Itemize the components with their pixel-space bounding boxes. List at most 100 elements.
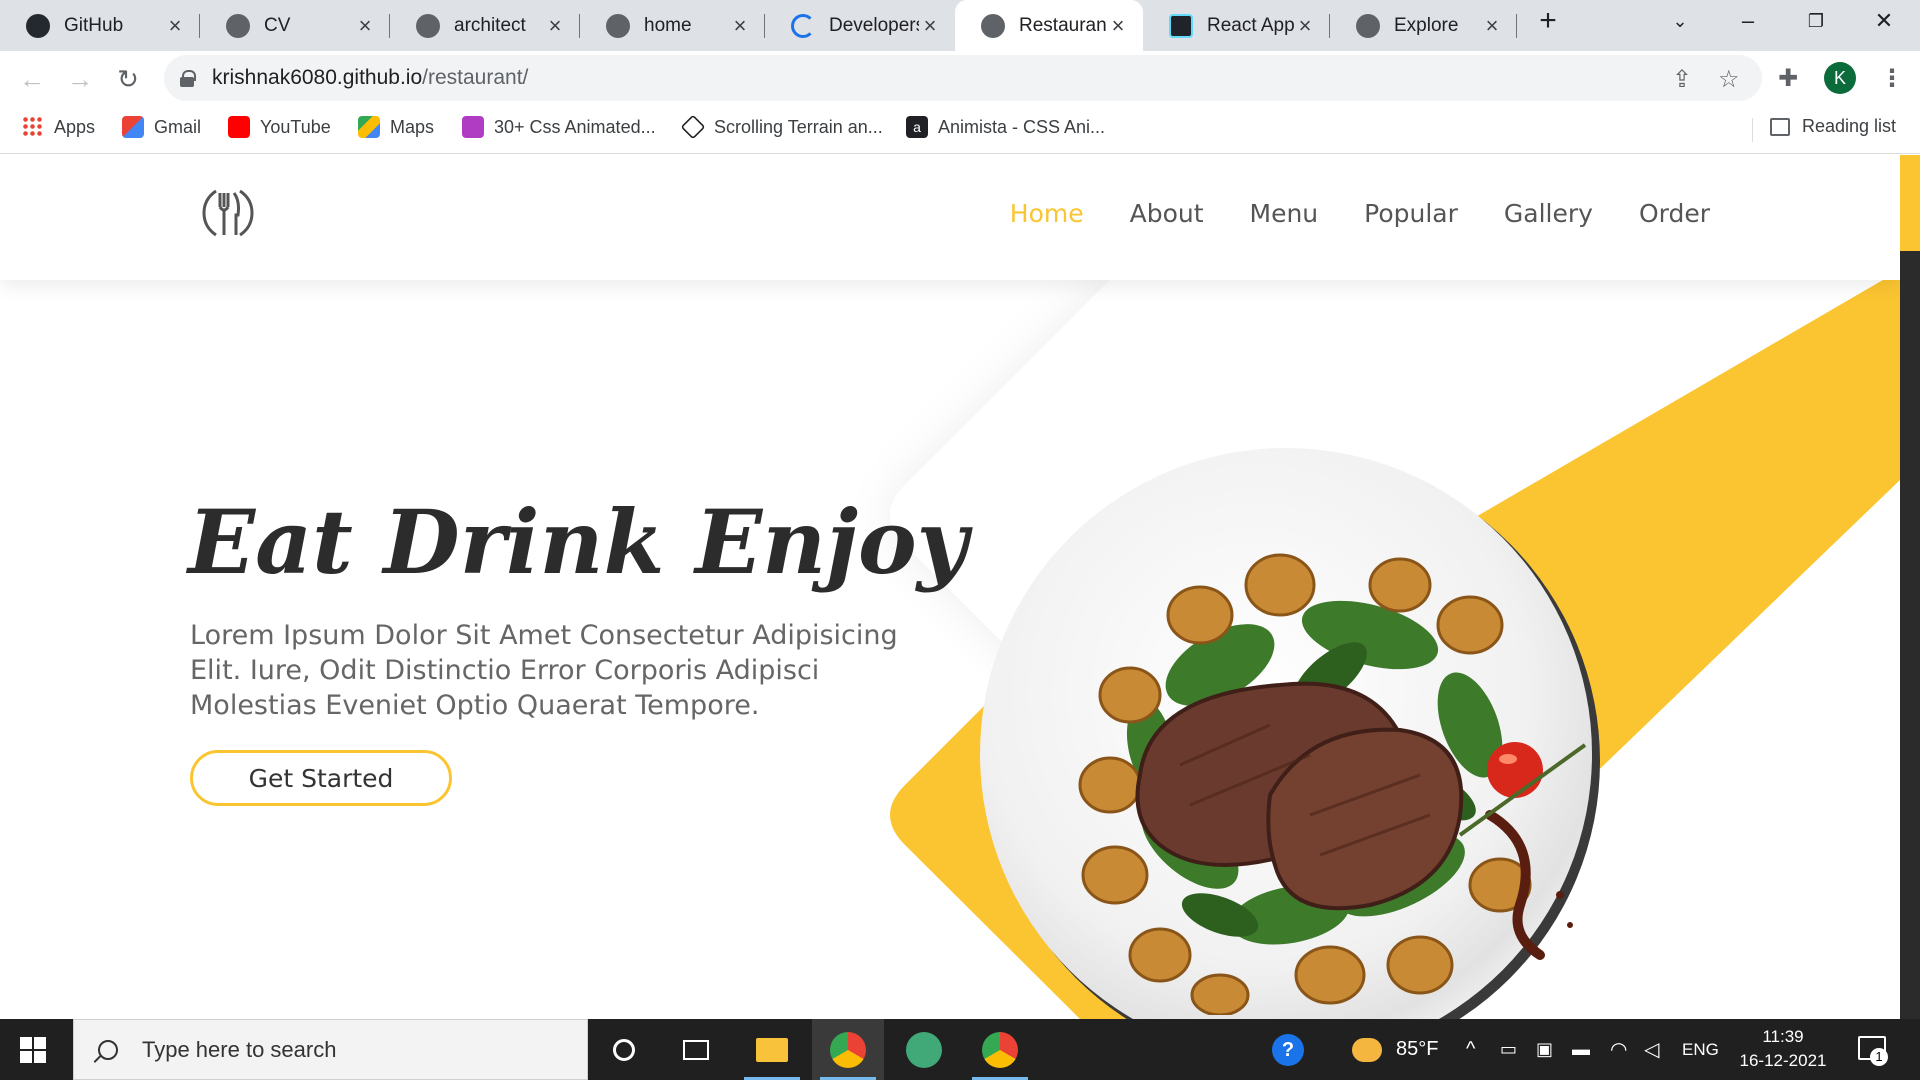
share-icon[interactable]: ⇪ xyxy=(1672,65,1692,94)
tab-title: architect xyxy=(454,14,526,36)
tab-strip: GitHub × CV × architect × home × Develop… xyxy=(0,0,1920,51)
react-icon xyxy=(1169,13,1193,38)
weather-widget[interactable]: 85°F xyxy=(1352,1019,1438,1080)
bookmark-animista[interactable]: a Animista - CSS Ani... xyxy=(906,116,1105,138)
close-icon[interactable]: × xyxy=(1294,13,1316,39)
hero-description: Lorem Ipsum Dolor Sit Amet Consectetur A… xyxy=(190,620,898,721)
bookmark-apps[interactable]: Apps xyxy=(22,116,95,138)
windows-taskbar: Type here to search ? 85°F ^ ▭ ▣ ▬ ◠ ◁ E… xyxy=(0,1019,1920,1080)
task-view-button[interactable] xyxy=(660,1019,732,1080)
gmail-icon xyxy=(122,116,144,138)
show-hidden-icons-chevron-icon[interactable]: ^ xyxy=(1466,1019,1475,1080)
close-icon[interactable]: × xyxy=(1107,13,1129,39)
notification-count-badge: 1 xyxy=(1870,1048,1888,1066)
nav-order[interactable]: Order xyxy=(1639,199,1710,228)
back-button[interactable]: ← xyxy=(16,63,48,95)
restaurant-logo-icon[interactable] xyxy=(200,185,256,241)
codepen-icon xyxy=(680,114,706,140)
github-icon xyxy=(26,13,50,38)
bookmarks-bar: Apps Gmail YouTube Maps 30+ Css Animated… xyxy=(0,106,1920,154)
close-window-button[interactable]: ✕ xyxy=(1854,0,1914,42)
taskbar-file-explorer[interactable] xyxy=(736,1019,808,1080)
bookmark-star-icon[interactable]: ☆ xyxy=(1718,65,1740,94)
reading-list-button[interactable]: Reading list xyxy=(1770,116,1896,137)
taskbar-search-box[interactable]: Type here to search xyxy=(73,1019,588,1080)
battery-icon[interactable]: ▬ xyxy=(1572,1019,1590,1080)
web-page: Eat Drink Enjoy Lorem Ipsum Dolor Sit Am… xyxy=(0,155,1900,1019)
bookmark-youtube[interactable]: YouTube xyxy=(228,116,331,138)
tab-title: Explore xyxy=(1394,14,1459,36)
more-menu-icon[interactable]: ⋮ xyxy=(1880,64,1904,93)
reading-list-icon xyxy=(1770,117,1790,136)
new-tab-button[interactable]: + xyxy=(1518,0,1578,42)
tab-title: React App xyxy=(1207,14,1294,36)
tab-explore[interactable]: Explore × xyxy=(1330,0,1517,51)
minimize-button[interactable]: – xyxy=(1718,0,1778,42)
forward-button[interactable]: → xyxy=(64,63,96,95)
volume-icon[interactable]: ◁ xyxy=(1644,1019,1659,1080)
close-icon[interactable]: × xyxy=(919,13,941,39)
atom-icon xyxy=(906,1031,942,1068)
youtube-icon xyxy=(228,116,250,138)
tab-title: GitHub xyxy=(64,14,124,36)
chrome-icon xyxy=(982,1031,1018,1068)
bookmark-maps[interactable]: Maps xyxy=(358,116,434,138)
taskbar-chrome-profile[interactable] xyxy=(812,1019,884,1080)
scrollbar-thumb[interactable] xyxy=(1900,155,1920,251)
close-icon[interactable]: × xyxy=(1481,13,1503,39)
hero-section: Eat Drink Enjoy Lorem Ipsum Dolor Sit Am… xyxy=(0,280,1900,1019)
taskbar-clock[interactable]: 11:39 16-12-2021 xyxy=(1728,1025,1838,1073)
extensions-puzzle-icon[interactable]: ✚ xyxy=(1778,64,1798,93)
wifi-icon[interactable]: ◠ xyxy=(1610,1019,1627,1080)
bookmark-gmail[interactable]: Gmail xyxy=(122,116,201,138)
task-view-icon xyxy=(683,1039,709,1060)
globe-icon xyxy=(226,13,250,38)
cortana-button[interactable] xyxy=(588,1019,660,1080)
restore-button[interactable]: ❐ xyxy=(1786,0,1846,42)
windows-start-icon[interactable] xyxy=(20,1037,46,1063)
tab-title: Developers xyxy=(829,14,919,36)
globe-icon xyxy=(606,13,630,38)
meet-now-icon[interactable]: ▭ xyxy=(1500,1019,1517,1080)
nav-about[interactable]: About xyxy=(1130,199,1204,228)
taskbar-chrome[interactable] xyxy=(964,1019,1036,1080)
bookmark-scrolling-terrain[interactable]: Scrolling Terrain an... xyxy=(680,114,883,140)
tab-restaurant[interactable]: Restaurant × xyxy=(955,0,1143,51)
taskbar-atom[interactable] xyxy=(888,1019,960,1080)
tab-architect[interactable]: architect × xyxy=(390,0,580,51)
site-header: Home About Menu Popular Gallery Order xyxy=(0,155,1900,280)
close-icon[interactable]: × xyxy=(164,13,186,39)
close-icon[interactable]: × xyxy=(544,13,566,39)
tab-title: Restaurant xyxy=(1019,14,1107,36)
nav-popular[interactable]: Popular xyxy=(1364,199,1458,228)
apps-grid-icon xyxy=(22,116,44,138)
chrome-icon xyxy=(830,1031,866,1068)
browser-toolbar: ← → ↻ krishnak6080.github.io/restaurant/… xyxy=(0,51,1920,106)
tab-title: home xyxy=(644,14,692,36)
cortana-icon xyxy=(613,1038,635,1061)
bookmark-css-animated[interactable]: 30+ Css Animated... xyxy=(462,116,656,138)
tab-cv[interactable]: CV × xyxy=(200,0,390,51)
tab-react-app[interactable]: React App × xyxy=(1143,0,1330,51)
tab-search-chevron-icon[interactable]: ⌄ xyxy=(1650,0,1710,42)
language-indicator[interactable]: ENG xyxy=(1682,1019,1719,1080)
tab-developers[interactable]: Developers × xyxy=(765,0,955,51)
close-icon[interactable]: × xyxy=(729,13,751,39)
display-icon[interactable]: ▣ xyxy=(1536,1019,1553,1080)
close-icon[interactable]: × xyxy=(354,13,376,39)
profile-avatar[interactable]: K xyxy=(1824,62,1856,94)
help-icon[interactable]: ? xyxy=(1272,1019,1304,1080)
steak-dish-image xyxy=(1078,553,1587,1015)
nav-home[interactable]: Home xyxy=(1010,199,1084,228)
maps-icon xyxy=(358,116,380,138)
address-bar[interactable]: krishnak6080.github.io/restaurant/ ⇪ ☆ xyxy=(164,55,1762,101)
nav-menu[interactable]: Menu xyxy=(1250,199,1319,228)
nav-gallery[interactable]: Gallery xyxy=(1504,199,1593,228)
tab-github[interactable]: GitHub × xyxy=(0,0,200,51)
tab-home[interactable]: home × xyxy=(580,0,765,51)
tab-title: CV xyxy=(264,14,291,36)
reload-button[interactable]: ↻ xyxy=(112,63,144,95)
page-scrollbar[interactable] xyxy=(1900,155,1920,1019)
main-nav: Home About Menu Popular Gallery Order xyxy=(1010,199,1710,228)
get-started-button[interactable]: Get Started xyxy=(190,750,452,806)
